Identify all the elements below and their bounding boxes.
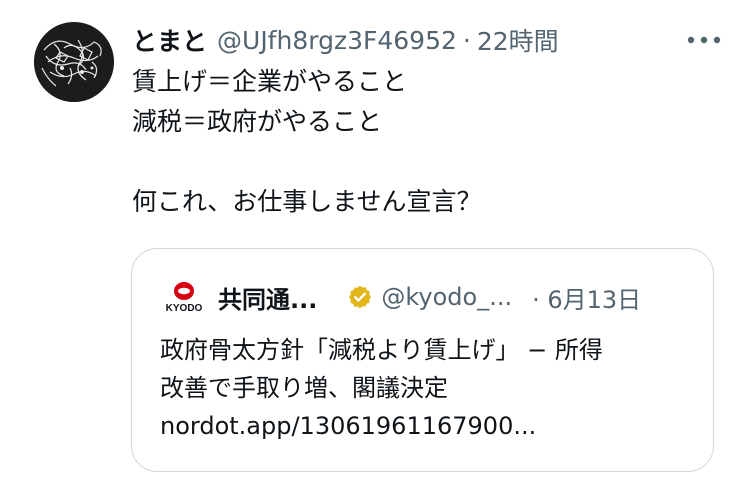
quoted-text-line: 政府骨太方針「減税より賃上げ」 − 所得 [160,336,603,364]
kyodo-logo: KYODO [160,279,208,315]
timestamp[interactable]: 22時間 [477,22,559,58]
ellipsis-icon[interactable] [684,28,724,52]
svg-text:KYODO: KYODO [166,303,203,314]
tweet-text-line [132,142,722,182]
quoted-display-name[interactable]: 共同通... [218,280,317,315]
quoted-tweet-text: 政府骨太方針「減税より賃上げ」 − 所得 改善で手取り増、閣議決定 nordot… [160,331,700,445]
tweet-text-line: 減税＝政府がやること [132,107,383,136]
quoted-timestamp[interactable]: · 6月13日 [532,280,641,315]
display-name[interactable]: とまと [132,22,207,58]
separator-dot: · [462,25,471,55]
tweet-text-line: 何これ、お仕事しません宣言？ [132,187,482,216]
quoted-tweet-header: KYODO 共同通... @kyodo_... · 6月13日 [160,279,641,315]
tweet-text-line: 賃上げ＝企業がやること [132,67,408,96]
quoted-tweet-card[interactable]: KYODO 共同通... @kyodo_... · 6月13日 政府骨太方針「減… [131,248,714,472]
user-handle[interactable]: @UJfh8rgz3F46952 [217,26,457,55]
quoted-link[interactable]: nordot.app/13061961167900... [160,407,700,445]
tweet-text: 賃上げ＝企業がやること 減税＝政府がやること 何これ、お仕事しません宣言？ [132,62,722,222]
tweet-header: とまと @UJfh8rgz3F46952 · 22時間 [132,22,559,58]
verified-badge-icon [347,284,373,310]
quoted-text-line: 改善で手取り増、閣議決定 [160,374,448,402]
avatar[interactable] [34,22,114,102]
quoted-user-handle[interactable]: @kyodo_... [381,283,512,311]
tweet[interactable]: とまと @UJfh8rgz3F46952 · 22時間 賃上げ＝企業がやること … [0,0,750,498]
